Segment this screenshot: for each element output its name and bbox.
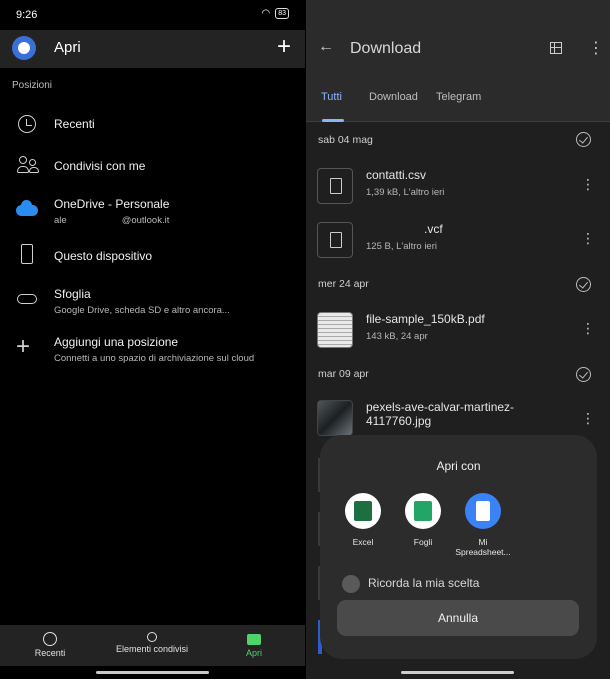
file-row[interactable]: file-sample_150kB.pdf 143 kB, 24 apr ⋮: [306, 308, 610, 358]
location-label: Condivisi con me: [54, 159, 146, 173]
location-item-browse[interactable]: Sfoglia Google Drive, scheda SD e altro …: [0, 283, 305, 319]
image-thumbnail: [317, 400, 353, 436]
tab-download[interactable]: Download: [369, 91, 418, 103]
location-item-add[interactable]: + Aggiungi una posizione Connetti a uno …: [0, 331, 305, 367]
gesture-bar: [96, 671, 209, 674]
cloud-icon: [17, 294, 37, 304]
dialog-title: Apri con: [436, 459, 481, 473]
file-meta: 1,39 kB, L'altro ieri: [366, 187, 445, 198]
app-option-mi-spreadsheet[interactable]: Mi Spreadsheet...: [453, 493, 513, 557]
people-icon: [17, 156, 39, 176]
folder-icon: [247, 634, 261, 645]
people-icon: [147, 632, 157, 642]
files-app-pane: 9:26 ◠ 83 Apri + Posizioni Recenti Condi…: [0, 0, 305, 679]
radio-icon: [342, 575, 360, 593]
app-label: Fogli: [413, 537, 433, 547]
filter-tabs: Tutti Download Telegram: [306, 78, 610, 122]
more-vert-icon[interactable]: ⋮: [581, 230, 595, 247]
sheets-icon: [405, 493, 441, 529]
back-arrow-icon[interactable]: ←: [318, 38, 334, 56]
onedrive-cloud-icon: [16, 200, 38, 216]
date-header: mar 09 apr: [318, 368, 369, 380]
phone-icon: [21, 244, 33, 264]
file-row[interactable]: .vcf 125 B, L'altro ieri ⋮: [306, 218, 610, 268]
file-meta: 125 B, L'altro ieri: [366, 241, 437, 252]
app-option-excel[interactable]: Excel: [333, 493, 393, 547]
select-group-check-icon[interactable]: [576, 132, 591, 147]
location-label: OneDrive - Personale: [54, 197, 170, 211]
spreadsheet-icon: [465, 493, 501, 529]
location-label: Sfoglia: [54, 287, 91, 301]
app-bar: Apri +: [0, 30, 305, 68]
location-label: Aggiungi una posizione: [54, 335, 179, 349]
nav-tab-recenti[interactable]: Recenti: [0, 625, 100, 666]
open-with-dialog: Apri con Excel Fogli Mi Spreadsheet... R…: [320, 435, 597, 659]
excel-icon: [345, 493, 381, 529]
date-header: sab 04 mag: [318, 134, 373, 146]
more-vert-icon[interactable]: ⋮: [581, 320, 595, 337]
cancel-button[interactable]: Annulla: [337, 600, 579, 636]
app-label: Mi Spreadsheet...: [455, 537, 511, 557]
location-item-onedrive[interactable]: OneDrive - Personale ale @outlook.it: [0, 193, 305, 229]
file-name: file-sample_150kB.pdf: [366, 312, 485, 326]
file-name: contatti.csv: [366, 168, 427, 182]
file-row[interactable]: contatti.csv 1,39 kB, L'altro ieri ⋮: [306, 164, 610, 214]
plus-icon: +: [16, 333, 31, 360]
status-bar: 9:26 ◠ 83: [0, 0, 305, 30]
bottom-navigation: Recenti Elementi condivisi Apri: [0, 625, 305, 666]
clock-icon: [18, 115, 36, 133]
clock-time: 9:26: [16, 9, 38, 21]
tab-telegram[interactable]: Telegram: [436, 91, 481, 103]
section-label: Posizioni: [12, 80, 53, 91]
download-app-bar: ← Download ⋮: [306, 0, 610, 78]
app-logo-icon: [12, 36, 36, 60]
wifi-icon: ◠: [261, 8, 271, 19]
add-icon[interactable]: +: [277, 33, 291, 61]
location-sub: Connetti a uno spazio di archiviazione s…: [54, 353, 255, 364]
more-vert-icon[interactable]: ⋮: [581, 410, 595, 427]
date-header: mer 24 apr: [318, 278, 369, 290]
location-label: Recenti: [54, 117, 95, 131]
app-option-fogli[interactable]: Fogli: [393, 493, 453, 547]
document-icon: [317, 222, 353, 258]
tab-indicator: [322, 119, 344, 122]
download-title: Download: [350, 40, 422, 57]
more-vert-icon[interactable]: ⋮: [581, 176, 595, 193]
select-group-check-icon[interactable]: [576, 277, 591, 292]
nav-tab-apri[interactable]: Apri: [204, 625, 304, 666]
remember-choice-checkbox[interactable]: Ricorda la mia scelta: [342, 575, 479, 593]
clock-icon: [43, 632, 57, 646]
location-item-device[interactable]: Questo dispositivo: [0, 238, 305, 274]
pdf-thumbnail: [317, 312, 353, 348]
location-sub: Google Drive, scheda SD e altro ancora..…: [54, 305, 230, 316]
page-title: Apri: [54, 39, 81, 56]
nav-tab-shared[interactable]: Elementi condivisi: [102, 625, 202, 666]
location-item-shared[interactable]: Condivisi con me: [0, 148, 305, 184]
app-label: Excel: [352, 537, 374, 547]
grid-view-icon[interactable]: [550, 42, 562, 54]
document-icon: [317, 168, 353, 204]
select-group-check-icon[interactable]: [576, 367, 591, 382]
tab-tutti[interactable]: Tutti: [321, 91, 342, 103]
more-vert-icon[interactable]: ⋮: [588, 38, 604, 58]
location-item-recenti[interactable]: Recenti: [0, 106, 305, 142]
file-name: pexels-ave-calvar-martinez-4117760.jpg: [366, 400, 515, 428]
location-label: Questo dispositivo: [54, 249, 153, 263]
battery-icon: 83: [275, 8, 289, 19]
gesture-bar: [401, 671, 514, 674]
account-email: ale @outlook.it: [54, 215, 170, 226]
file-meta: 143 kB, 24 apr: [366, 331, 428, 342]
